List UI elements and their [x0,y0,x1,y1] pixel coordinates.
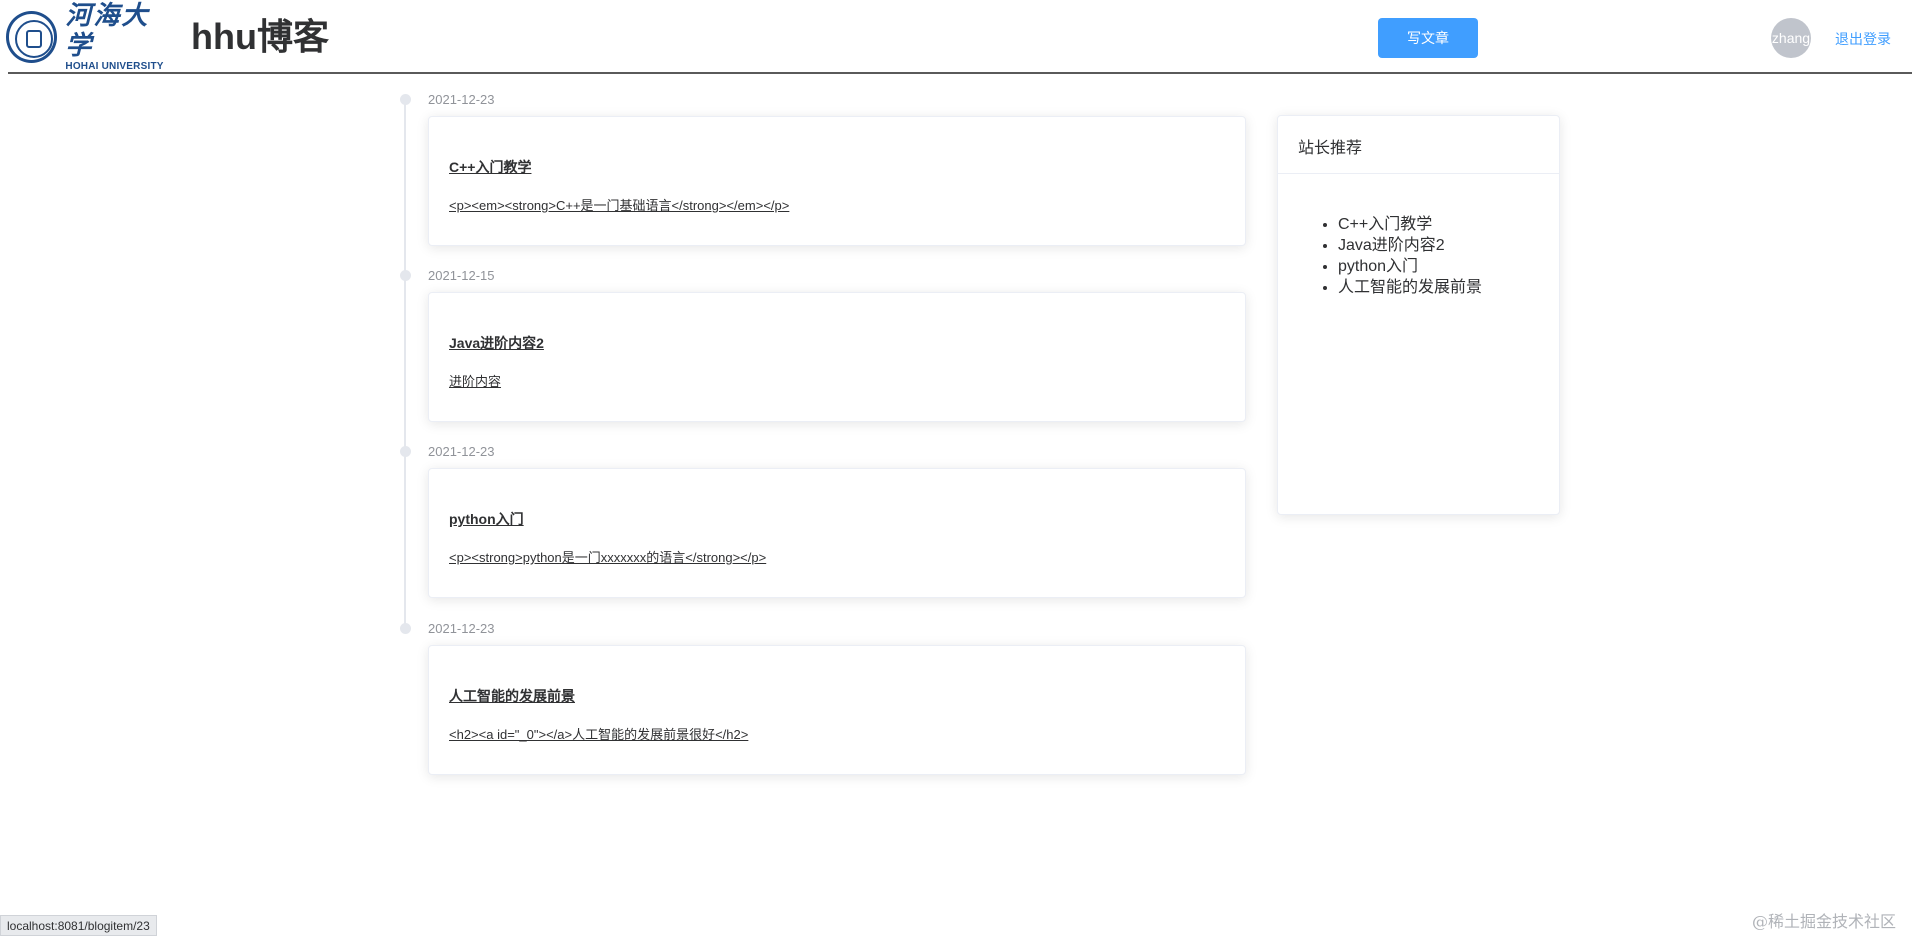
site-title[interactable]: hhu博客 [191,16,329,58]
recommend-list: C++入门教学 Java进阶内容2 python入门 人工智能的发展前景 [1278,174,1559,298]
timeline-dot [400,623,411,634]
top-header: 河海大学 HOHAI UNIVERSITY hhu博客 写文章 zhang 退出… [0,0,1920,74]
timeline-dot [400,94,411,105]
university-seal-icon [6,11,58,63]
article-date: 2021-12-23 [428,92,495,107]
recommend-panel: 站长推荐 C++入门教学 Java进阶内容2 python入门 人工智能的发展前… [1277,115,1560,515]
link-status-bar: localhost:8081/blogitem/23 [0,915,157,936]
article-date: 2021-12-15 [428,268,495,283]
recommend-item[interactable]: C++入门教学 [1338,214,1559,235]
timeline-dot [400,446,411,457]
header-divider [8,72,1912,74]
article-summary-link[interactable]: <h2><a id="_0"></a>人工智能的发展前景很好</h2> [449,724,748,743]
watermark-text: @稀土掘金技术社区 [1752,912,1897,931]
logout-link[interactable]: 退出登录 [1835,29,1891,49]
logo-text: 河海大学 HOHAI UNIVERSITY [65,1,176,73]
recommend-item[interactable]: Java进阶内容2 [1338,235,1559,256]
article-date: 2021-12-23 [428,444,495,459]
write-article-button[interactable]: 写文章 [1378,18,1478,58]
article-summary-link[interactable]: <p><em><strong>C++是一门基础语言</strong></em><… [449,195,789,214]
article-summary-link[interactable]: 进阶内容 [449,371,501,390]
article-card[interactable]: 人工智能的发展前景 <h2><a id="_0"></a>人工智能的发展前景很好… [428,645,1246,775]
article-date: 2021-12-23 [428,621,495,636]
article-title-link[interactable]: C++入门教学 [449,157,531,177]
article-card[interactable]: C++入门教学 <p><em><strong>C++是一门基础语言</stron… [428,116,1246,246]
article-title-link[interactable]: python入门 [449,509,524,529]
recommend-item[interactable]: 人工智能的发展前景 [1338,277,1559,298]
article-card[interactable]: python入门 <p><strong>python是一门xxxxxxx的语言<… [428,468,1246,598]
user-avatar[interactable]: zhang [1771,18,1811,58]
university-logo[interactable]: 河海大学 HOHAI UNIVERSITY [6,1,176,72]
article-title-link[interactable]: 人工智能的发展前景 [449,686,575,706]
article-summary-link[interactable]: <p><strong>python是一门xxxxxxx的语言</strong><… [449,547,766,566]
recommend-title: 站长推荐 [1278,116,1559,174]
timeline-axis [404,100,406,630]
timeline-dot [400,270,411,281]
recommend-item[interactable]: python入门 [1338,256,1559,277]
logo-cn-text: 河海大学 [65,1,150,61]
article-title-link[interactable]: Java进阶内容2 [449,333,544,353]
article-card[interactable]: Java进阶内容2 进阶内容 [428,292,1246,422]
